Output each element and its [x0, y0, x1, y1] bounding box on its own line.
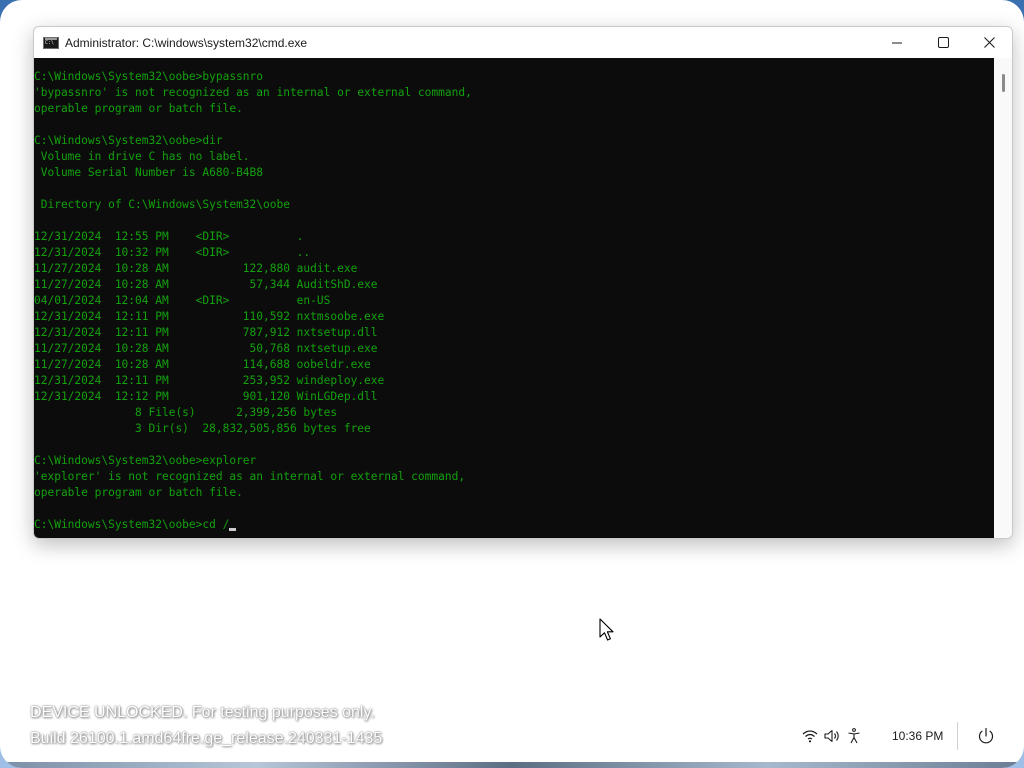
- tray-divider: [957, 722, 958, 750]
- console-line: C:\Windows\System32\oobe>explorer: [34, 454, 257, 467]
- scrollbar-thumb[interactable]: [1002, 74, 1005, 92]
- console-line: 'explorer' is not recognized as an inter…: [34, 470, 466, 483]
- volume-icon[interactable]: [822, 726, 842, 746]
- wifi-icon[interactable]: [800, 726, 820, 746]
- console-line: Volume in drive C has no label.: [34, 150, 250, 163]
- wallpaper-strip: [0, 762, 1024, 768]
- console-line: 12/31/2024 12:11 PM 110,592 nxtmsoobe.ex…: [34, 310, 385, 323]
- console-line: 12/31/2024 10:32 PM <DIR> ..: [34, 246, 311, 259]
- console-line: Directory of C:\Windows\System32\oobe: [34, 198, 290, 211]
- console-line: 'bypassnro' is not recognized as an inte…: [34, 86, 472, 99]
- console-line: C:\Windows\System32\oobe>cd /: [34, 517, 994, 533]
- console-line: 3 Dir(s) 28,832,505,856 bytes free: [34, 422, 371, 435]
- accessibility-icon[interactable]: [844, 726, 864, 746]
- text-cursor: [229, 528, 237, 531]
- console-output[interactable]: C:\Windows\System32\oobe>bypassnro 'bypas…: [34, 58, 994, 538]
- console-scrollbar[interactable]: [994, 58, 1012, 538]
- watermark-line-1: DEVICE UNLOCKED. For testing purposes on…: [30, 704, 375, 721]
- maximize-button[interactable]: [920, 27, 966, 58]
- console-line: 11/27/2024 10:28 AM 122,880 audit.exe: [34, 262, 358, 275]
- console-line: 12/31/2024 12:11 PM 253,952 windeploy.ex…: [34, 374, 385, 387]
- console-line: Volume Serial Number is A680-B4B8: [34, 166, 264, 179]
- console-line: 11/27/2024 10:28 AM 114,688 oobeldr.exe: [34, 358, 371, 371]
- close-button[interactable]: [966, 27, 1012, 58]
- console-line: C:\Windows\System32\oobe>bypassnro: [34, 70, 264, 83]
- console-line: operable program or batch file.: [34, 102, 243, 115]
- oobe-screen: Administrator: C:\windows\system32\cmd.e…: [0, 0, 1024, 768]
- console-line: 12/31/2024 12:55 PM <DIR> .: [34, 230, 304, 243]
- mouse-pointer-icon: [599, 618, 614, 641]
- window-controls: [874, 27, 1012, 58]
- maximize-icon: [937, 37, 949, 48]
- console-line: 11/27/2024 10:28 AM 50,768 nxtsetup.exe: [34, 342, 378, 355]
- clock[interactable]: 10:36 PM: [892, 729, 943, 743]
- system-tray: [800, 722, 866, 750]
- console-line: 12/31/2024 12:11 PM 787,912 nxtsetup.dll: [34, 326, 378, 339]
- window-title: Administrator: C:\windows\system32\cmd.e…: [65, 35, 308, 50]
- console-line: 8 File(s) 2,399,256 bytes: [34, 406, 338, 419]
- console-line: 11/27/2024 10:28 AM 57,344 AuditShD.exe: [34, 278, 378, 291]
- console-line: C:\Windows\System32\oobe>dir: [34, 134, 223, 147]
- cmd-window[interactable]: Administrator: C:\windows\system32\cmd.e…: [33, 26, 1013, 539]
- minimize-icon: [892, 42, 902, 43]
- console-line: operable program or batch file.: [34, 486, 243, 499]
- console-line: 12/31/2024 12:12 PM 901,120 WinLGDep.dll: [34, 390, 378, 403]
- console-line: 04/01/2024 12:04 AM <DIR> en-US: [34, 294, 331, 307]
- watermark-line-2: Build 26100.1.amd64fre.ge_release.240331…: [30, 730, 383, 747]
- power-icon[interactable]: [976, 726, 996, 746]
- close-icon: [983, 37, 995, 48]
- console-text: C:\Windows\System32\oobe>bypassnro 'bypas…: [34, 58, 994, 533]
- cmd-app-icon[interactable]: [43, 36, 59, 49]
- test-mode-watermark: DEVICE UNLOCKED. For testing purposes on…: [30, 700, 382, 752]
- minimize-button[interactable]: [874, 27, 920, 58]
- title-bar[interactable]: Administrator: C:\windows\system32\cmd.e…: [34, 27, 1012, 58]
